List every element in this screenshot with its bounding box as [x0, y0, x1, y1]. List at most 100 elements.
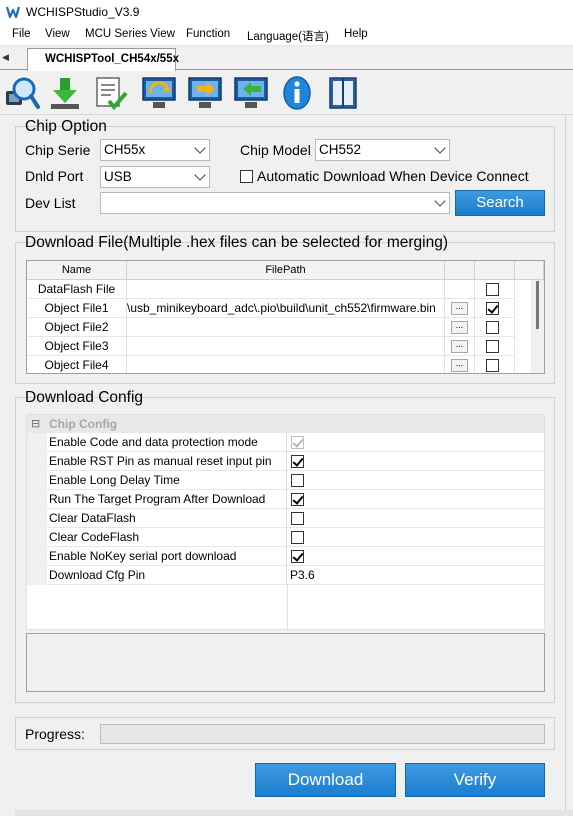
check-cell	[475, 356, 515, 373]
file-enable-checkbox[interactable]	[486, 340, 499, 353]
title-bar: WCHISPStudio_V3.9	[0, 0, 573, 24]
export-icon[interactable]	[187, 75, 223, 111]
config-row[interactable]: Run The Target Program After Download	[27, 490, 544, 509]
file-enable-checkbox[interactable]	[486, 359, 499, 372]
browse-button[interactable]: ...	[451, 359, 468, 372]
browse-button[interactable]: ...	[451, 340, 468, 353]
config-row[interactable]: Clear DataFlash	[27, 509, 544, 528]
dev-list-label: Dev List	[25, 195, 76, 211]
file-name-cell: Object File3	[27, 337, 127, 356]
collapse-icon[interactable]: ⊟	[31, 417, 40, 430]
tab-wchisptool[interactable]: WCHISPTool_CH54x/55x	[27, 48, 179, 71]
progress-bar	[100, 724, 545, 744]
row-gutter	[27, 471, 47, 490]
config-text-value[interactable]: P3.6	[290, 568, 315, 582]
chevron-down-icon	[194, 142, 206, 154]
browse-button[interactable]: ...	[451, 321, 468, 334]
menu-view[interactable]: View	[45, 28, 70, 40]
verify-button[interactable]: Verify	[405, 763, 545, 797]
menu-help[interactable]: Help	[344, 28, 368, 40]
dev-list-select[interactable]	[100, 192, 450, 214]
config-checkbox[interactable]	[291, 512, 304, 525]
check-cell	[475, 337, 515, 356]
chip-model-select[interactable]: CH552	[315, 139, 450, 161]
dnld-port-select[interactable]: USB	[100, 166, 210, 188]
chevron-down-icon	[434, 142, 446, 154]
search-device-icon[interactable]	[4, 75, 40, 111]
download-icon[interactable]	[47, 75, 83, 111]
chip-serie-select[interactable]: CH55x	[100, 139, 210, 161]
config-row[interactable]: Enable Code and data protection mode	[27, 433, 544, 452]
config-checkbox	[291, 436, 304, 449]
file-name-cell: Object File4	[27, 356, 127, 373]
config-row[interactable]: Enable NoKey serial port download	[27, 547, 544, 566]
config-name: Download Cfg Pin	[47, 566, 287, 585]
config-row[interactable]: Enable Long Delay Time	[27, 471, 544, 490]
grid-scrollbar-thumb[interactable]	[536, 281, 539, 329]
row-gutter	[27, 547, 47, 566]
info-icon[interactable]	[279, 75, 315, 111]
book-icon[interactable]	[325, 75, 361, 111]
config-value	[287, 528, 544, 547]
menu-file[interactable]: File	[12, 28, 31, 40]
config-checkbox[interactable]	[291, 550, 304, 563]
config-value	[287, 509, 544, 528]
chip-option-title: Chip Option	[25, 118, 107, 135]
column-header-name[interactable]: Name	[27, 261, 127, 280]
config-name: Enable Code and data protection mode	[47, 433, 287, 452]
browse-cell: ...	[445, 299, 475, 318]
app-logo-icon	[5, 6, 21, 19]
config-name: Clear DataFlash	[47, 509, 287, 528]
file-enable-checkbox[interactable]	[486, 283, 499, 296]
config-checkbox[interactable]	[291, 493, 304, 506]
file-path-cell[interactable]: \usb_minikeyboard_adc\.pio\build\unit_ch…	[127, 299, 445, 318]
column-header-extra	[515, 261, 544, 280]
file-row: Object File2...	[27, 318, 544, 337]
file-row: Object File4...	[27, 356, 544, 373]
checklist-icon[interactable]	[93, 75, 129, 111]
import-icon[interactable]	[233, 75, 269, 111]
menu-language[interactable]: Language(语言)	[247, 28, 329, 44]
config-name: Run The Target Program After Download	[47, 490, 287, 509]
browse-cell	[445, 280, 475, 299]
browse-button[interactable]: ...	[451, 302, 468, 315]
config-checkbox[interactable]	[291, 455, 304, 468]
browse-cell: ...	[445, 356, 475, 373]
config-value	[287, 452, 544, 471]
file-enable-checkbox[interactable]	[486, 302, 499, 315]
row-gutter	[27, 452, 47, 471]
file-path-cell[interactable]	[127, 356, 445, 373]
check-cell	[475, 299, 515, 318]
menu-bar: File View MCU Series View Function Langu…	[0, 24, 573, 46]
refresh-icon[interactable]	[141, 75, 177, 111]
config-row[interactable]: Download Cfg Pin P3.6	[27, 566, 544, 585]
file-enable-checkbox[interactable]	[486, 321, 499, 334]
file-row: DataFlash File	[27, 280, 544, 299]
search-button[interactable]: Search	[455, 190, 545, 216]
tab-scroll-left-icon[interactable]: ◀	[2, 52, 9, 63]
auto-download-checkbox[interactable]	[240, 170, 253, 183]
menu-function[interactable]: Function	[186, 28, 230, 40]
file-path-cell[interactable]	[127, 280, 445, 299]
category-row-chip-config[interactable]: ⊟ Chip Config	[27, 415, 544, 433]
config-checkbox[interactable]	[291, 474, 304, 487]
row-gutter	[27, 509, 47, 528]
column-header-filepath[interactable]: FilePath	[127, 261, 445, 280]
category-label: Chip Config	[49, 417, 117, 431]
file-path-cell[interactable]	[127, 318, 445, 337]
file-row: Object File1 \usb_minikeyboard_adc\.pio\b…	[27, 299, 544, 318]
menu-mcu-series-view[interactable]: MCU Series View	[85, 28, 175, 40]
config-row[interactable]: Clear CodeFlash	[27, 528, 544, 547]
config-name: Enable RST Pin as manual reset input pin	[47, 452, 287, 471]
file-path-cell[interactable]	[127, 337, 445, 356]
download-button[interactable]: Download	[255, 763, 396, 797]
browse-cell: ...	[445, 337, 475, 356]
description-panel	[26, 633, 545, 692]
config-row[interactable]: Enable RST Pin as manual reset input pin	[27, 452, 544, 471]
download-file-title: Download File(Multiple .hex files can be…	[25, 234, 449, 251]
config-checkbox[interactable]	[291, 531, 304, 544]
grid-scrollbar[interactable]	[531, 280, 544, 373]
config-value	[287, 490, 544, 509]
row-gutter	[27, 490, 47, 509]
download-config-title: Download Config	[25, 389, 144, 406]
